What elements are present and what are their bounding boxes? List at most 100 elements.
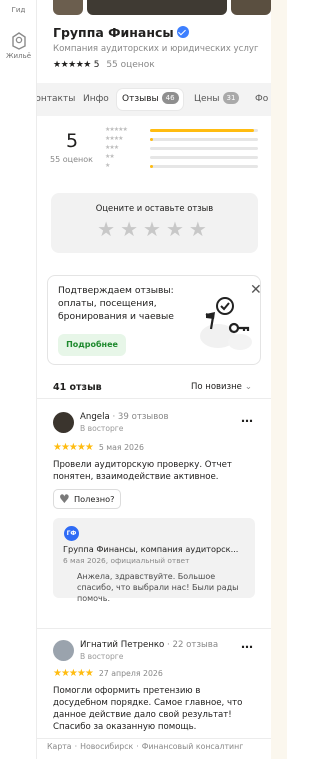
avatar[interactable] — [53, 640, 74, 661]
tab-bar: Контакты Инфо Отзывы46 Цены31 Фо — [37, 83, 271, 116]
rate-card-title: Оцените и оставьте отзыв — [95, 203, 214, 213]
breadcrumb-item[interactable]: Новосибирск — [80, 742, 133, 751]
divider — [37, 398, 271, 399]
reviews-count: 41 отзыв — [53, 382, 102, 393]
housing-icon — [11, 32, 26, 50]
promo-text: Подтверждаем отзывы: оплаты, посещения, … — [58, 285, 174, 322]
rail-item-label: Жильё — [6, 52, 31, 60]
tab-label: Цены — [194, 94, 220, 104]
photo-pager-dots — [37, 7, 271, 26]
more-options-icon[interactable]: ⋯ — [241, 414, 254, 428]
reply-org-name[interactable]: Группа Финансы, компания аудиторск... — [63, 544, 253, 554]
rating-histogram: ★★★★★ ★★★★ ★★★ ★★ ★ — [105, 126, 263, 171]
histogram-row: ★ — [105, 162, 263, 171]
left-rail: Гид Жильё — [0, 0, 37, 759]
verification-illustration-icon — [200, 297, 252, 350]
histogram-stars: ★ — [105, 162, 110, 169]
histogram-row: ★★ — [105, 153, 263, 162]
stars: ★★★★★ — [53, 442, 94, 453]
rail-item-label: Гид — [11, 6, 26, 14]
org-logo: ГФ — [64, 526, 79, 541]
divider — [37, 628, 271, 629]
rating-count: 55 оценок — [106, 60, 155, 70]
breadcrumb-item[interactable]: Карта — [47, 742, 72, 751]
author-reviews-count: · 22 отзыва — [164, 640, 219, 650]
tab-label: Контакты — [37, 94, 76, 104]
verification-promo: Подтверждаем отзывы: оплаты, посещения, … — [47, 275, 262, 365]
histogram-bar — [150, 165, 258, 168]
review-author[interactable]: Angela · 39 отзывов — [80, 412, 169, 422]
tab-reviews[interactable]: Отзывы 46 — [117, 89, 183, 110]
heart-icon: ♥ — [59, 492, 70, 506]
histogram-fill — [150, 129, 254, 132]
rail-item-housing[interactable]: Жильё — [0, 32, 37, 60]
histogram-bar — [150, 129, 258, 132]
scrollbar-track[interactable] — [271, 0, 287, 759]
org-title-text: Группа Финансы — [53, 25, 174, 40]
org-title: Группа Финансы — [53, 25, 189, 40]
author-level: В восторге — [80, 652, 124, 661]
review-text: Провели аудиторскую проверку. Отчет поня… — [53, 460, 232, 482]
owner-reply: ГФ Группа Финансы, компания аудиторск...… — [53, 518, 255, 603]
breadcrumb-item[interactable]: Финансовый консалтинг — [142, 742, 244, 751]
histogram-fill — [150, 165, 153, 168]
author-reviews-count: · 39 отзывов — [109, 412, 169, 422]
breadcrumb: Карта · Новосибирск · Финансовый консалтинг — [47, 742, 244, 751]
reply-text: Анжела, здравствуйте. Большое спасибо, ч… — [77, 572, 239, 603]
tab-label: Инфо — [83, 94, 109, 104]
stars: ★★★★★ — [53, 668, 94, 679]
promo-more-button[interactable]: Подробнее — [58, 334, 126, 356]
sort-label: По новизне — [191, 382, 242, 392]
review-card: Игнатий Петренко · 22 отзыва В восторге … — [37, 632, 271, 742]
tab-photos[interactable]: Фо — [255, 89, 268, 110]
org-subtitle: Компания аудиторских и юридических услуг — [53, 44, 259, 54]
histogram-stars: ★★★ — [105, 144, 119, 151]
review-stars: ★★★★★ 5 мая 2026 — [53, 442, 144, 453]
review-stars: ★★★★★ 27 апреля 2026 — [53, 668, 163, 679]
histogram-fill — [150, 138, 153, 141]
histogram-stars: ★★ — [105, 153, 115, 160]
tab-badge: 31 — [222, 92, 240, 104]
review-text: Помогли оформить претензию в досудебном … — [53, 686, 243, 732]
reply-meta: 6 мая 2026, официальный ответ — [63, 556, 190, 565]
more-options-icon[interactable]: ⋯ — [241, 640, 254, 654]
author-name: Игнатий Петренко — [80, 640, 165, 650]
chevron-down-icon: ⌄ — [244, 382, 253, 392]
rate-card: Оцените и оставьте отзыв ★★★★★ — [51, 193, 258, 253]
author-level: В восторге — [80, 424, 124, 433]
histogram-row: ★★★★ — [105, 135, 263, 144]
rating-stars: ★★★★★ — [53, 60, 91, 70]
rating-value: 5 — [93, 60, 100, 70]
summary-count: 55 оценок — [50, 155, 93, 164]
divider — [37, 738, 271, 739]
app-root: Гид Жильё Группа Финансы Компания аудито… — [0, 0, 287, 759]
tab-prices[interactable]: Цены 31 — [194, 89, 240, 110]
verified-icon — [176, 26, 189, 38]
histogram-row: ★★★ — [105, 144, 263, 153]
review-author[interactable]: Игнатий Петренко · 22 отзыва — [80, 640, 218, 650]
tab-info[interactable]: Инфо — [83, 89, 109, 110]
histogram-stars: ★★★★ — [105, 135, 123, 142]
review-date: 27 апреля 2026 — [98, 669, 163, 678]
tab-label: Отзывы — [122, 94, 159, 104]
photo-strip[interactable] — [37, 0, 271, 22]
histogram-row: ★★★★★ — [105, 126, 263, 135]
org-rating[interactable]: ★★★★★ 5 55 оценок — [53, 60, 155, 70]
tab-contacts[interactable]: Контакты — [37, 89, 75, 110]
histogram-bar — [150, 138, 258, 141]
histogram-stars: ★★★★★ — [105, 126, 128, 133]
useful-button[interactable]: ♥ Полезно? — [53, 489, 121, 509]
avatar[interactable] — [53, 412, 74, 433]
review-card: Angela · 39 отзывов В восторге ⋯ ★★★★★ 5 … — [37, 406, 271, 626]
summary-score: 5 — [66, 130, 79, 152]
tab-badge: 46 — [161, 92, 179, 104]
org-panel: Группа Финансы Компания аудиторских и юр… — [37, 0, 271, 759]
rate-stars-input[interactable]: ★★★★★ — [51, 217, 258, 241]
useful-label: Полезно? — [74, 494, 115, 504]
review-date: 5 мая 2026 — [98, 443, 144, 452]
histogram-bar — [150, 156, 258, 159]
reviews-sort-select[interactable]: По новизне ⌄ — [191, 382, 252, 392]
rail-item-guide[interactable]: Гид — [0, 6, 37, 14]
author-name: Angela — [80, 412, 110, 422]
tab-label: Фо — [255, 94, 269, 104]
